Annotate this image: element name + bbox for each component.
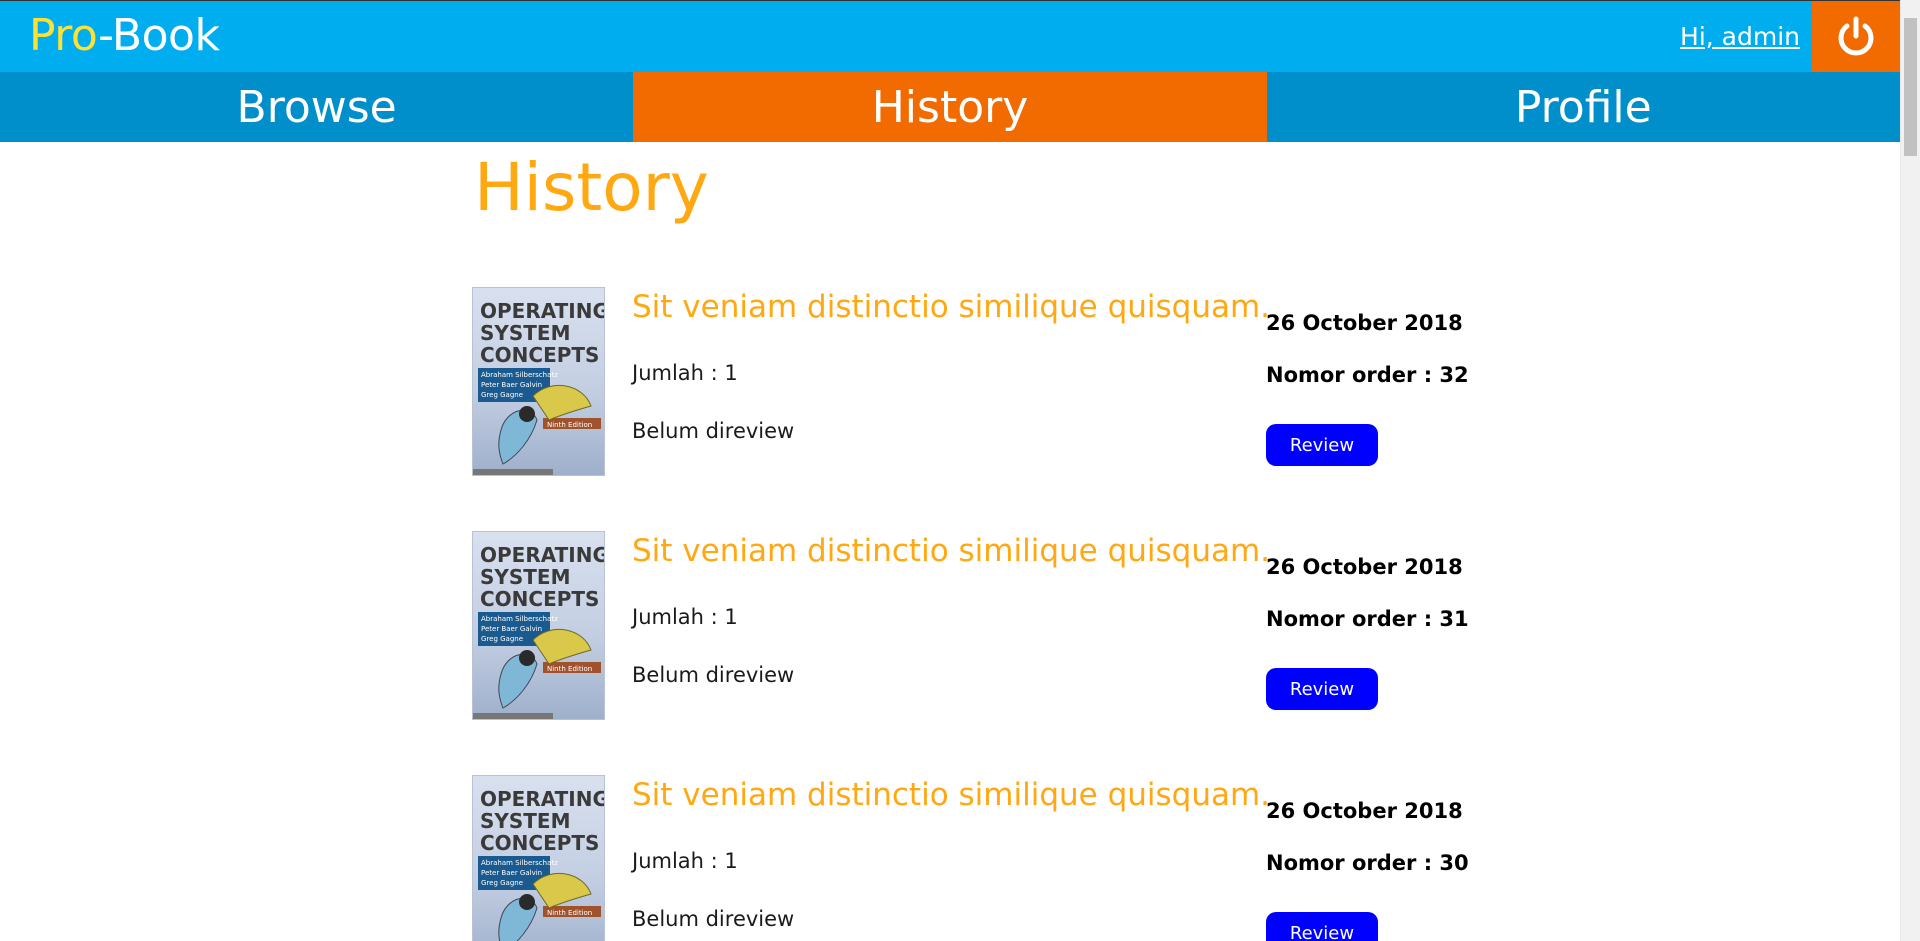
cover-line2: SYSTEM [480, 321, 571, 345]
book-cover-image[interactable]: OPERATING SYSTEM CONCEPTS Abraham Silber… [472, 531, 605, 720]
tab-profile[interactable]: Profile [1266, 72, 1900, 142]
review-status: Belum direview [632, 907, 795, 931]
cover-edition: Ninth Edition [547, 909, 592, 917]
order-item: OPERATING SYSTEM CONCEPTS Abraham Silber… [472, 531, 1472, 731]
order-number: Nomor order : 32 [1266, 363, 1469, 387]
tab-browse[interactable]: Browse [0, 72, 634, 142]
book-title: Sit veniam distinctio similique quisquam… [632, 777, 1271, 813]
cover-line3: CONCEPTS [480, 587, 599, 611]
cover-author: Abraham Silberschatz [481, 859, 558, 867]
cover-line1: OPERATING [480, 543, 605, 567]
order-number: Nomor order : 30 [1266, 851, 1469, 875]
review-status: Belum direview [632, 419, 795, 443]
review-status: Belum direview [632, 663, 795, 687]
power-icon [1838, 16, 1874, 56]
cover-author: Peter Baer Galvin [481, 381, 542, 389]
order-date: 26 October 2018 [1266, 311, 1463, 335]
review-button[interactable]: Review [1266, 668, 1378, 710]
order-quantity: Jumlah : 1 [632, 605, 738, 629]
cover-author: Abraham Silberschatz [481, 371, 558, 379]
app-header: Pro-Book Hi, admin [0, 0, 1900, 73]
cover-line1: OPERATING [480, 299, 605, 323]
cover-line2: SYSTEM [480, 809, 571, 833]
cover-author: Peter Baer Galvin [481, 869, 542, 877]
cover-author: Abraham Silberschatz [481, 615, 558, 623]
cover-edition: Ninth Edition [547, 665, 592, 673]
cover-author: Greg Gagne [481, 879, 523, 887]
scrollbar-thumb[interactable] [1904, 18, 1917, 156]
logo-book: -Book [98, 10, 220, 61]
app-logo[interactable]: Pro-Book [29, 10, 220, 61]
book-cover-image[interactable]: OPERATING SYSTEM CONCEPTS Abraham Silber… [472, 287, 605, 476]
order-date: 26 October 2018 [1266, 799, 1463, 823]
cover-line3: CONCEPTS [480, 831, 599, 855]
page-title: History [474, 149, 709, 226]
cover-line3: CONCEPTS [480, 343, 599, 367]
book-title: Sit veniam distinctio similique quisquam… [632, 289, 1271, 325]
cover-line2: SYSTEM [480, 565, 571, 589]
user-greeting-link[interactable]: Hi, admin [1680, 21, 1800, 53]
order-item: OPERATING SYSTEM CONCEPTS Abraham Silber… [472, 287, 1472, 487]
cover-line1: OPERATING [480, 787, 605, 811]
order-number: Nomor order : 31 [1266, 607, 1469, 631]
book-cover-image[interactable]: OPERATING SYSTEM CONCEPTS Abraham Silber… [472, 775, 605, 941]
order-quantity: Jumlah : 1 [632, 849, 738, 873]
order-quantity: Jumlah : 1 [632, 361, 738, 385]
cover-author: Peter Baer Galvin [481, 625, 542, 633]
review-button[interactable]: Review [1266, 912, 1378, 941]
main-nav: Browse History Profile [0, 72, 1900, 142]
review-button[interactable]: Review [1266, 424, 1378, 466]
order-date: 26 October 2018 [1266, 555, 1463, 579]
tab-history[interactable]: History [633, 72, 1267, 142]
cover-author: Greg Gagne [481, 391, 523, 399]
book-title: Sit veniam distinctio similique quisquam… [632, 533, 1271, 569]
logout-button[interactable] [1812, 1, 1900, 73]
order-item: OPERATING SYSTEM CONCEPTS Abraham Silber… [472, 775, 1472, 941]
logo-pro: Pro [29, 10, 99, 61]
page-scrollbar[interactable] [1900, 0, 1920, 941]
cover-edition: Ninth Edition [547, 421, 592, 429]
cover-author: Greg Gagne [481, 635, 523, 643]
